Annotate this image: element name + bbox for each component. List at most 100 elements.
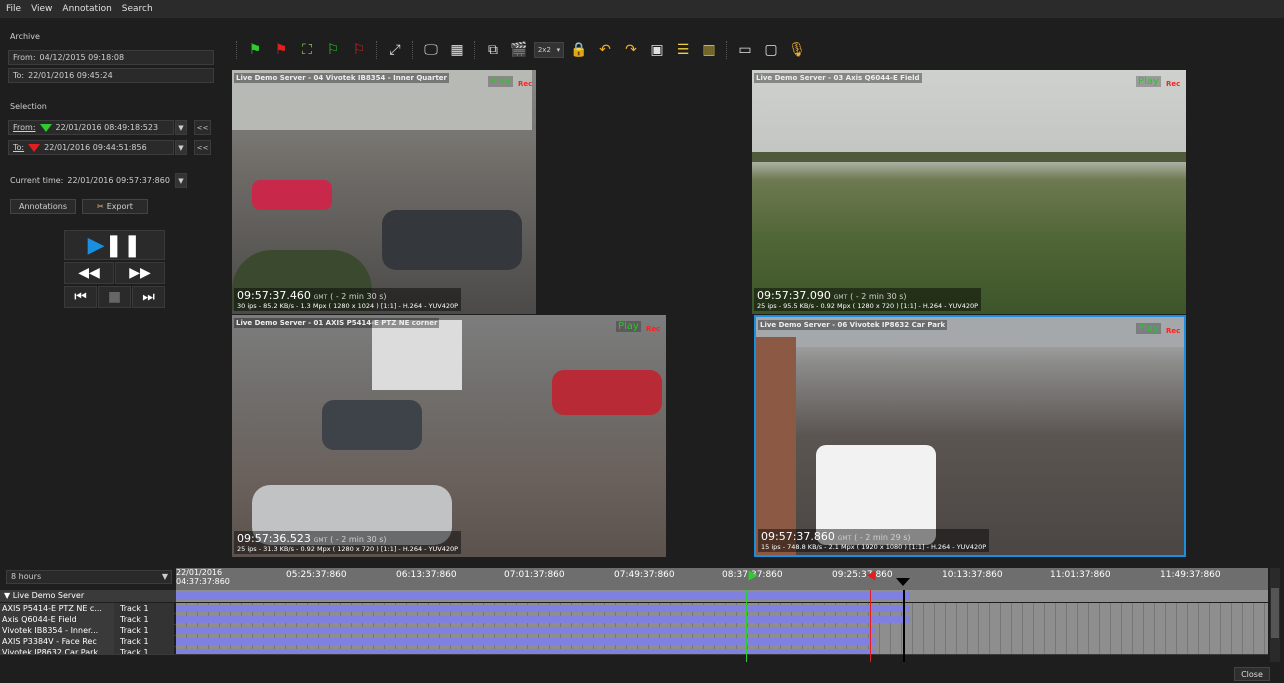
timeline-tick-label: 09:25:37:860 — [832, 570, 893, 580]
snapshot-icon[interactable]: ▦ — [446, 39, 468, 61]
selection-to-rewind-button[interactable]: << — [194, 140, 211, 155]
current-time-dropdown[interactable]: ▼ — [175, 173, 187, 188]
fullscreen-icon[interactable]: ⤢ — [384, 39, 406, 61]
camera-timezone: GMT — [833, 294, 848, 301]
selection-from-dropdown[interactable]: ▼ — [175, 120, 187, 135]
timeline-track-label: Track 1 — [114, 647, 174, 654]
selection-to-dropdown[interactable]: ▼ — [175, 140, 187, 155]
microphone-off-icon[interactable]: 🎙 — [786, 39, 808, 61]
selection-section-label: Selection — [10, 102, 47, 111]
camera-title: Live Demo Server - 01 AXIS P5414-E PTZ N… — [234, 318, 440, 328]
timeline-row[interactable]: Axis Q6044-E Field Track 1 — [0, 614, 1268, 625]
camera-tile-inner-quarter[interactable]: Live Demo Server - 04 Vivotek IB8354 - I… — [232, 70, 536, 314]
go-to-start-flag-icon[interactable]: ⚐ — [322, 39, 344, 61]
timeline-range-value: 8 hours — [11, 572, 42, 581]
frame-icon[interactable]: ▣ — [646, 39, 668, 61]
timeline-tick-label: 06:13:37:860 — [396, 570, 457, 580]
skip-end-button[interactable]: ⏭ — [132, 286, 165, 308]
timeline-ruler[interactable]: 22/01/2016 04:37:37:860 05:25:37:860 06:… — [176, 568, 1268, 592]
menu-file[interactable]: File — [6, 4, 21, 14]
archive-to-field: To: 22/01/2016 09:45:24 — [8, 68, 214, 83]
selection-to-value: 22/01/2016 09:44:51:856 — [44, 143, 147, 152]
timeline-scrollbar[interactable] — [1270, 568, 1280, 662]
camera-timestamp: 09:57:37.460 — [237, 289, 311, 302]
set-end-flag-icon[interactable]: ⚑ — [270, 39, 292, 61]
fast-forward-button[interactable]: ▶▶ — [115, 262, 165, 284]
chat-icon[interactable]: ▢ — [760, 39, 782, 61]
timeline-row[interactable]: AXIS P5414-E PTZ NE c... Track 1 — [0, 603, 1268, 614]
playback-controls: ▶ ❚❚ ◀◀ ▶▶ ⏮ ■ ⏭ — [64, 230, 165, 330]
timeline-row[interactable]: Vivotek IB8354 - Inner... Track 1 — [0, 625, 1268, 636]
camera-tile-ptz-ne-corner[interactable]: Live Demo Server - 01 AXIS P5414-E PTZ N… — [232, 315, 666, 557]
archive-to-label: To: — [13, 71, 25, 80]
skip-start-icon: ⏮ — [74, 289, 87, 305]
align-icon[interactable]: ☰ — [672, 39, 694, 61]
timeline-row[interactable]: Vivotek IP8632 Car Park Track 1 — [0, 647, 1268, 655]
pause-icon: ❚❚ — [104, 232, 142, 258]
equalizer-icon[interactable]: ▥ — [698, 39, 720, 61]
fast-forward-icon: ▶▶ — [129, 265, 151, 281]
skip-start-button[interactable]: ⏮ — [64, 286, 97, 308]
timeline-start-marker-icon[interactable] — [748, 570, 758, 581]
annotations-button[interactable]: Annotations — [10, 199, 76, 214]
timeline-camera-label: AXIS P3384V - Face Rec — [0, 636, 114, 647]
monitor-icon[interactable]: 🖵 — [420, 39, 442, 61]
timeline-tick-label: 07:01:37:860 — [504, 570, 565, 580]
timeline-range-select[interactable]: 8 hours ▼ — [6, 570, 172, 584]
redo-icon[interactable]: ↷ — [620, 39, 642, 61]
camera-play-indicator: Play — [1136, 76, 1161, 87]
toolbar-separator — [376, 41, 378, 59]
selection-to-label: To: — [13, 143, 25, 152]
current-time-field: Current time: 22/01/2016 09:57:37:860 — [8, 173, 174, 188]
timeline-recording-bar — [176, 616, 910, 623]
camera-stream-info: 25 ips - 95.5 KB/s - 0.92 Mpx ( 1280 x 7… — [757, 302, 979, 310]
set-start-flag-icon[interactable]: ⚑ — [244, 39, 266, 61]
camera-tile-car-park[interactable]: Live Demo Server - 06 Vivotek IP8632 Car… — [754, 315, 1186, 557]
camera-scene-car — [552, 370, 662, 415]
timeline-track-label: Track 1 — [114, 603, 174, 614]
selection-from-field[interactable]: From: 22/01/2016 08:49:18:523 — [8, 120, 174, 135]
timeline-tick-label: 11:49:37:860 — [1160, 570, 1221, 580]
timeline-end-line — [870, 590, 871, 662]
menu-bar: File View Annotation Search — [0, 0, 1284, 18]
camera-timestamp: 09:57:37.860 — [761, 530, 835, 543]
camera-title: Live Demo Server - 04 Vivotek IB8354 - I… — [234, 73, 449, 83]
timeline-end-marker-icon[interactable] — [866, 570, 876, 581]
timeline-camera-label: Vivotek IP8632 Car Park — [0, 647, 114, 654]
undo-icon[interactable]: ↶ — [594, 39, 616, 61]
close-button[interactable]: Close — [1234, 667, 1270, 681]
menu-view[interactable]: View — [31, 4, 52, 14]
camera-title: Live Demo Server - 06 Vivotek IP8632 Car… — [758, 320, 948, 330]
timeline-row[interactable]: AXIS P3384V - Face Rec Track 1 — [0, 636, 1268, 647]
timeline-playhead-icon[interactable] — [896, 578, 910, 586]
timeline-scrollbar-thumb[interactable] — [1271, 588, 1279, 638]
timeline-tick-label: 07:49:37:860 — [614, 570, 675, 580]
go-to-end-flag-icon[interactable]: ⚐ — [348, 39, 370, 61]
play-pause-button[interactable]: ▶ ❚❚ — [64, 230, 165, 260]
layout-select[interactable]: 2x2 ▾ — [534, 42, 564, 58]
stop-button[interactable]: ■ — [98, 286, 131, 308]
timeline-server-row[interactable]: ▼ Live Demo Server — [0, 590, 176, 602]
video-overlay-icon[interactable]: ▭ — [734, 39, 756, 61]
toolbar-separator — [726, 41, 728, 59]
camera-stream-info: 25 ips - 31.3 KB/s - 0.92 Mpx ( 1280 x 7… — [237, 545, 459, 553]
clapper-icon[interactable]: 🎬 — [508, 39, 530, 61]
timeline-camera-label: Vivotek IB8354 - Inner... — [0, 625, 114, 636]
menu-annotation[interactable]: Annotation — [62, 4, 111, 14]
camera-tile-field[interactable]: Live Demo Server - 03 Axis Q6044-E Field… — [752, 70, 1186, 314]
timeline-track-label: Track 1 — [114, 636, 174, 647]
layout-edit-icon[interactable]: ⧉ — [482, 39, 504, 61]
lock-icon[interactable]: 🔒 — [568, 39, 590, 61]
rewind-button[interactable]: ◀◀ — [64, 262, 114, 284]
chevron-down-icon: ▼ — [161, 572, 168, 581]
archive-to-value: 22/01/2016 09:45:24 — [28, 71, 113, 80]
chevron-down-icon: ▼ — [178, 143, 184, 152]
timeline-recording-bar — [176, 638, 876, 645]
selection-to-field[interactable]: To: 22/01/2016 09:44:51:856 — [8, 140, 174, 155]
camera-stream-info: 30 ips - 85.2 KB/s - 1.3 Mpx ( 1280 x 10… — [237, 302, 459, 310]
selection-from-rewind-button[interactable]: << — [194, 120, 211, 135]
archive-section-label: Archive — [10, 32, 40, 41]
export-button[interactable]: ✂ Export — [82, 199, 148, 214]
center-selection-icon[interactable]: ⛶ — [296, 39, 318, 61]
menu-search[interactable]: Search — [122, 4, 153, 14]
